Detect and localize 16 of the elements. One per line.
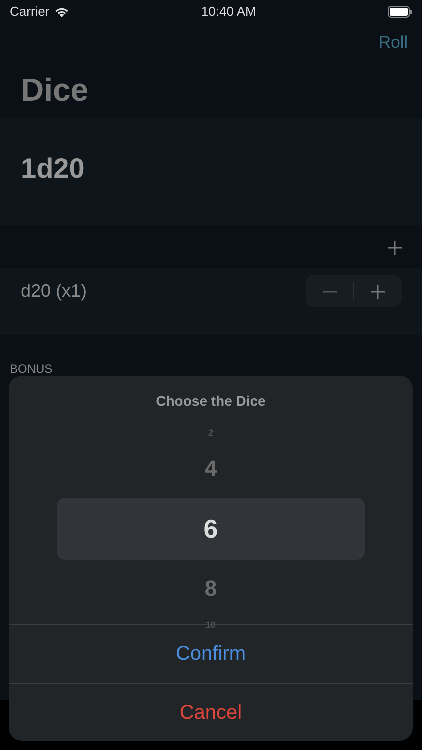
dice-label: d20 (x1)	[21, 280, 88, 303]
picker-selected-item[interactable]: 6	[57, 498, 365, 560]
clock-text: 10:40 AM	[201, 3, 256, 22]
sheet-title: Choose the Dice	[155, 392, 267, 411]
minus-icon	[322, 291, 336, 294]
cancel-button[interactable]: Cancel	[9, 683, 413, 741]
dice-formula: 1d20	[21, 153, 85, 184]
section-header: BONUS	[10, 362, 53, 376]
picker-item[interactable]: 8	[9, 564, 413, 614]
wifi-icon	[54, 6, 70, 18]
battery-icon	[388, 6, 412, 18]
page-title: Dice	[21, 72, 89, 108]
carrier-text: Carrier	[10, 3, 50, 22]
plus-icon	[370, 285, 384, 300]
roll-button[interactable]: Roll	[378, 30, 408, 56]
picker-item[interactable]: 4	[9, 444, 413, 494]
